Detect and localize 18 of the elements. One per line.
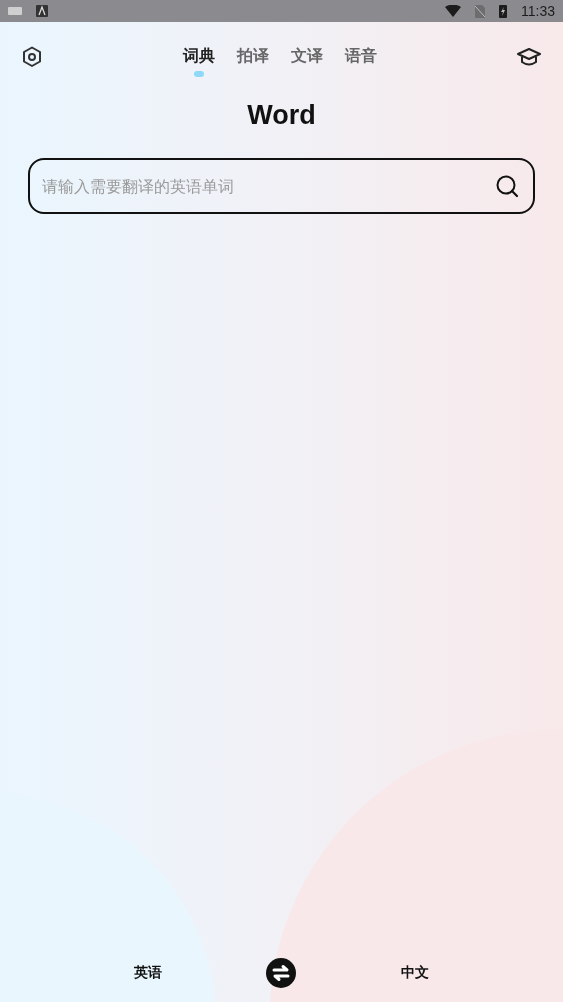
graduation-cap-icon[interactable]	[517, 47, 541, 67]
app-title: Word	[246, 100, 317, 131]
keyboard-icon	[8, 7, 22, 15]
source-language-button[interactable]: 英语	[130, 960, 167, 986]
tab[interactable]: 拍译	[236, 37, 269, 77]
tab[interactable]: 词典	[182, 37, 215, 77]
wifi-icon	[445, 5, 461, 17]
tab[interactable]: 文译	[290, 37, 323, 77]
search-field[interactable]: 请输入需要翻译的英语单词	[28, 158, 535, 214]
swap-icon[interactable]	[266, 958, 297, 988]
tab[interactable]: 语音	[344, 37, 377, 77]
battery-charging-icon	[499, 4, 507, 18]
settings-icon[interactable]	[22, 46, 42, 68]
status-time: 11:33	[521, 3, 555, 19]
target-language-button[interactable]: 中文	[396, 960, 433, 986]
search-icon[interactable]	[495, 174, 519, 198]
app-notification-icon	[36, 5, 48, 17]
no-sim-icon	[475, 4, 485, 18]
